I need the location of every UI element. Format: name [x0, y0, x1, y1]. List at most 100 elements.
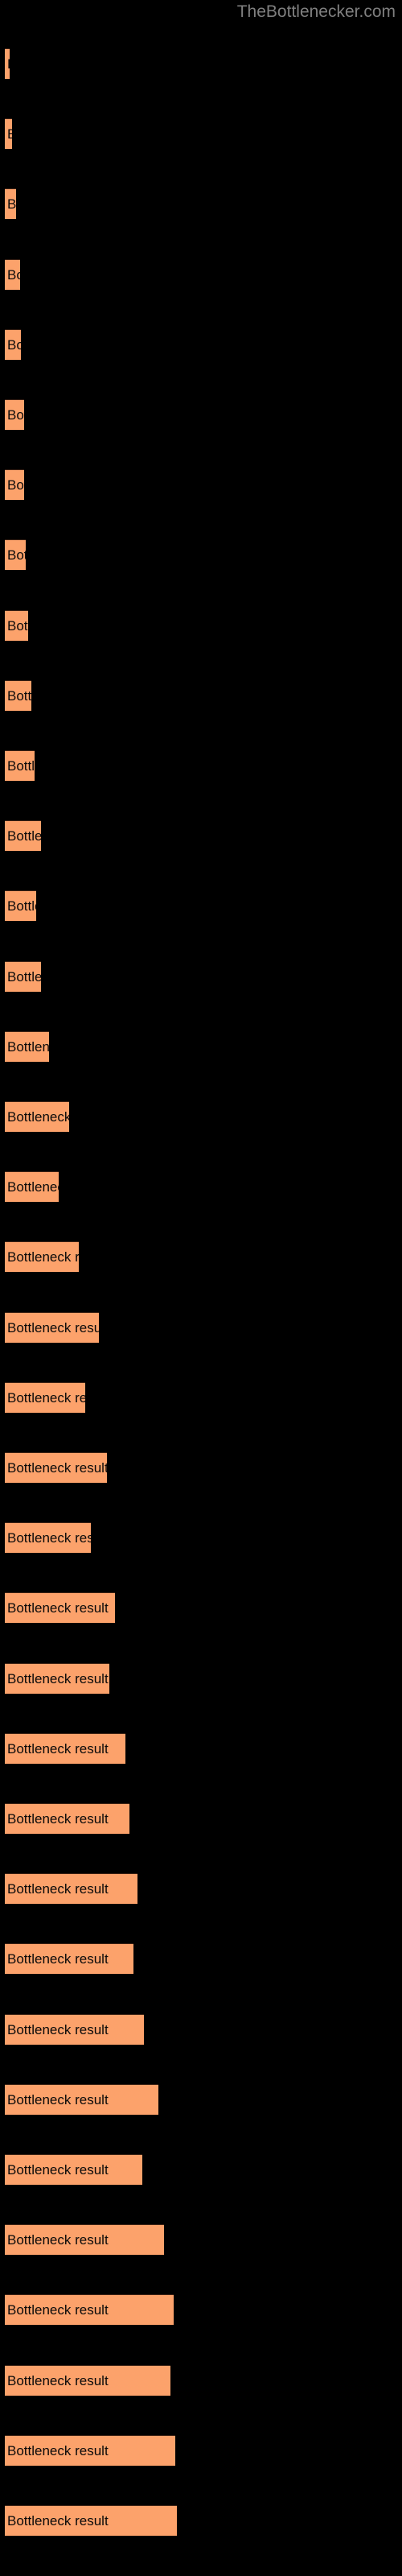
bar-row: Bottleneck result: [0, 820, 402, 852]
bar-row: Bottleneck result: [0, 1030, 402, 1062]
bar-row: Bottleneck result: [0, 1101, 402, 1132]
bar-row: Bottleneck result: [0, 750, 402, 781]
bar[interactable]: Bottleneck result: [5, 188, 16, 220]
bar-row: Bottleneck result: [0, 469, 402, 501]
bar-value-label: Bottleneck result: [7, 1740, 109, 1757]
bar[interactable]: Bottleneck result: [5, 328, 21, 360]
bar[interactable]: Bottleneck result: [5, 1452, 107, 1483]
bar-row: Bottleneck result: [0, 1241, 402, 1273]
bar-value-label: Bottleneck result: [7, 1811, 109, 1827]
bar[interactable]: Bottleneck result: [5, 2364, 170, 2396]
bar[interactable]: Bottleneck result: [5, 469, 24, 501]
bar-value-label: Bottleneck result: [7, 49, 10, 79]
bar-value-label: Bottleneck result: [7, 1881, 109, 1897]
bar-row: Bottleneck result: [0, 1943, 402, 1975]
bar[interactable]: Bottleneck result: [5, 1662, 109, 1694]
bar[interactable]: Bottleneck result: [5, 609, 28, 641]
bar-value-label: Bottleneck result: [7, 407, 24, 423]
bar[interactable]: Bottleneck result: [5, 1171, 59, 1203]
bar-value-label: Bottleneck result: [7, 1319, 99, 1335]
bar-value-label: Bottleneck result: [7, 2021, 109, 2037]
bar-row: Bottleneck result: [0, 1803, 402, 1834]
bar[interactable]: Bottleneck result: [5, 1592, 115, 1624]
bar[interactable]: Bottleneck result: [5, 890, 36, 922]
bar[interactable]: Bottleneck result: [5, 48, 10, 79]
bar[interactable]: Bottleneck result: [5, 2434, 175, 2466]
bar-row: Bottleneck result: [0, 1873, 402, 1905]
bar-value-label: Bottleneck result: [7, 2302, 109, 2318]
bar[interactable]: Bottleneck result: [5, 1241, 79, 1273]
bar[interactable]: Bottleneck result: [5, 679, 31, 711]
bar[interactable]: Bottleneck result: [5, 960, 41, 992]
bar-row: Bottleneck result: [0, 679, 402, 711]
bar-row: Bottleneck result: [0, 328, 402, 360]
bar-row: Bottleneck result: [0, 1311, 402, 1343]
bar-row: Bottleneck result: [0, 960, 402, 992]
bar[interactable]: Bottleneck result: [5, 1803, 129, 1834]
bar-value-label: Bottleneck result: [7, 687, 31, 704]
bar-value-label: Bottleneck result: [7, 547, 26, 564]
bottleneck-bar-chart: TheBottlenecker.com Bottleneck resultBot…: [0, 0, 402, 2576]
bar-row: Bottleneck result: [0, 118, 402, 150]
bar-value-label: Bottleneck result: [7, 2442, 109, 2458]
plot-area: Bottleneck result Bottleneck result Bottle…: [0, 0, 402, 2576]
bar-value-label: Bottleneck result: [7, 2162, 109, 2178]
bar-row: Bottleneck result: [0, 1592, 402, 1624]
bar[interactable]: Bottleneck result: [5, 2224, 164, 2256]
bar[interactable]: Bottleneck result: [5, 399, 24, 430]
bar[interactable]: Bottleneck result: [5, 2154, 142, 2185]
bar-value-label: Bottleneck result: [7, 1460, 107, 1476]
bar[interactable]: Bottleneck result: [5, 1101, 69, 1132]
bar-value-label: Bottleneck result: [7, 2372, 109, 2388]
bar[interactable]: Bottleneck result: [5, 2083, 158, 2115]
bar[interactable]: Bottleneck result: [5, 1873, 137, 1905]
bar-row: Bottleneck result: [0, 2154, 402, 2185]
bar[interactable]: Bottleneck result: [5, 2505, 177, 2536]
bar-value-label: Bottleneck result: [7, 617, 28, 634]
bar-value-label: Bottleneck result: [7, 1038, 49, 1055]
bar-value-label: Bottleneck result: [7, 898, 36, 914]
bar-row: Bottleneck result: [0, 890, 402, 922]
bar[interactable]: Bottleneck result: [5, 1030, 49, 1062]
bar-value-label: Bottleneck result: [7, 1951, 109, 1967]
bar-value-label: Bottleneck result: [7, 1179, 59, 1195]
bar[interactable]: Bottleneck result: [5, 2013, 144, 2045]
bar-value-label: Bottleneck result: [7, 1530, 91, 1546]
bar-value-label: Bottleneck result: [7, 968, 41, 985]
bar[interactable]: Bottleneck result: [5, 750, 35, 781]
bar[interactable]: Bottleneck result: [5, 1732, 125, 1764]
bar[interactable]: Bottleneck result: [5, 1943, 133, 1975]
bar-row: Bottleneck result: [0, 1452, 402, 1483]
bar[interactable]: Bottleneck result: [5, 1381, 85, 1413]
bar-value-label: Bottleneck result: [7, 266, 20, 283]
bar-row: Bottleneck result: [0, 2364, 402, 2396]
bar-row: Bottleneck result: [0, 539, 402, 571]
bar[interactable]: Bottleneck result: [5, 820, 41, 852]
bar-row: Bottleneck result: [0, 48, 402, 79]
bar-row: Bottleneck result: [0, 2434, 402, 2466]
bar-row: Bottleneck result: [0, 188, 402, 220]
bar-row: Bottleneck result: [0, 399, 402, 430]
bar-row: Bottleneck result: [0, 1522, 402, 1554]
bar[interactable]: Bottleneck result: [5, 2294, 174, 2326]
bar-row: Bottleneck result: [0, 1732, 402, 1764]
bar-value-label: Bottleneck result: [7, 2513, 109, 2529]
bar[interactable]: Bottleneck result: [5, 1311, 99, 1343]
bar-value-label: Bottleneck result: [7, 828, 41, 844]
bar-row: Bottleneck result: [0, 2083, 402, 2115]
bar-value-label: Bottleneck result: [7, 758, 35, 774]
bar-value-label: Bottleneck result: [7, 1670, 109, 1686]
bar[interactable]: Bottleneck result: [5, 118, 12, 150]
bar-value-label: Bottleneck result: [7, 2091, 109, 2107]
bar-row: Bottleneck result: [0, 1381, 402, 1413]
bar-value-label: Bottleneck result: [7, 1600, 109, 1616]
bar-value-label: Bottleneck result: [7, 1389, 85, 1406]
bar-row: Bottleneck result: [0, 2224, 402, 2256]
bar-value-label: Bottleneck result: [7, 2232, 109, 2248]
bar-row: Bottleneck result: [0, 258, 402, 290]
bar-value-label: Bottleneck result: [7, 336, 21, 353]
bar[interactable]: Bottleneck result: [5, 539, 26, 571]
bar[interactable]: Bottleneck result: [5, 1522, 91, 1554]
bar-value-label: Bottleneck result: [7, 119, 12, 149]
bar[interactable]: Bottleneck result: [5, 258, 20, 290]
